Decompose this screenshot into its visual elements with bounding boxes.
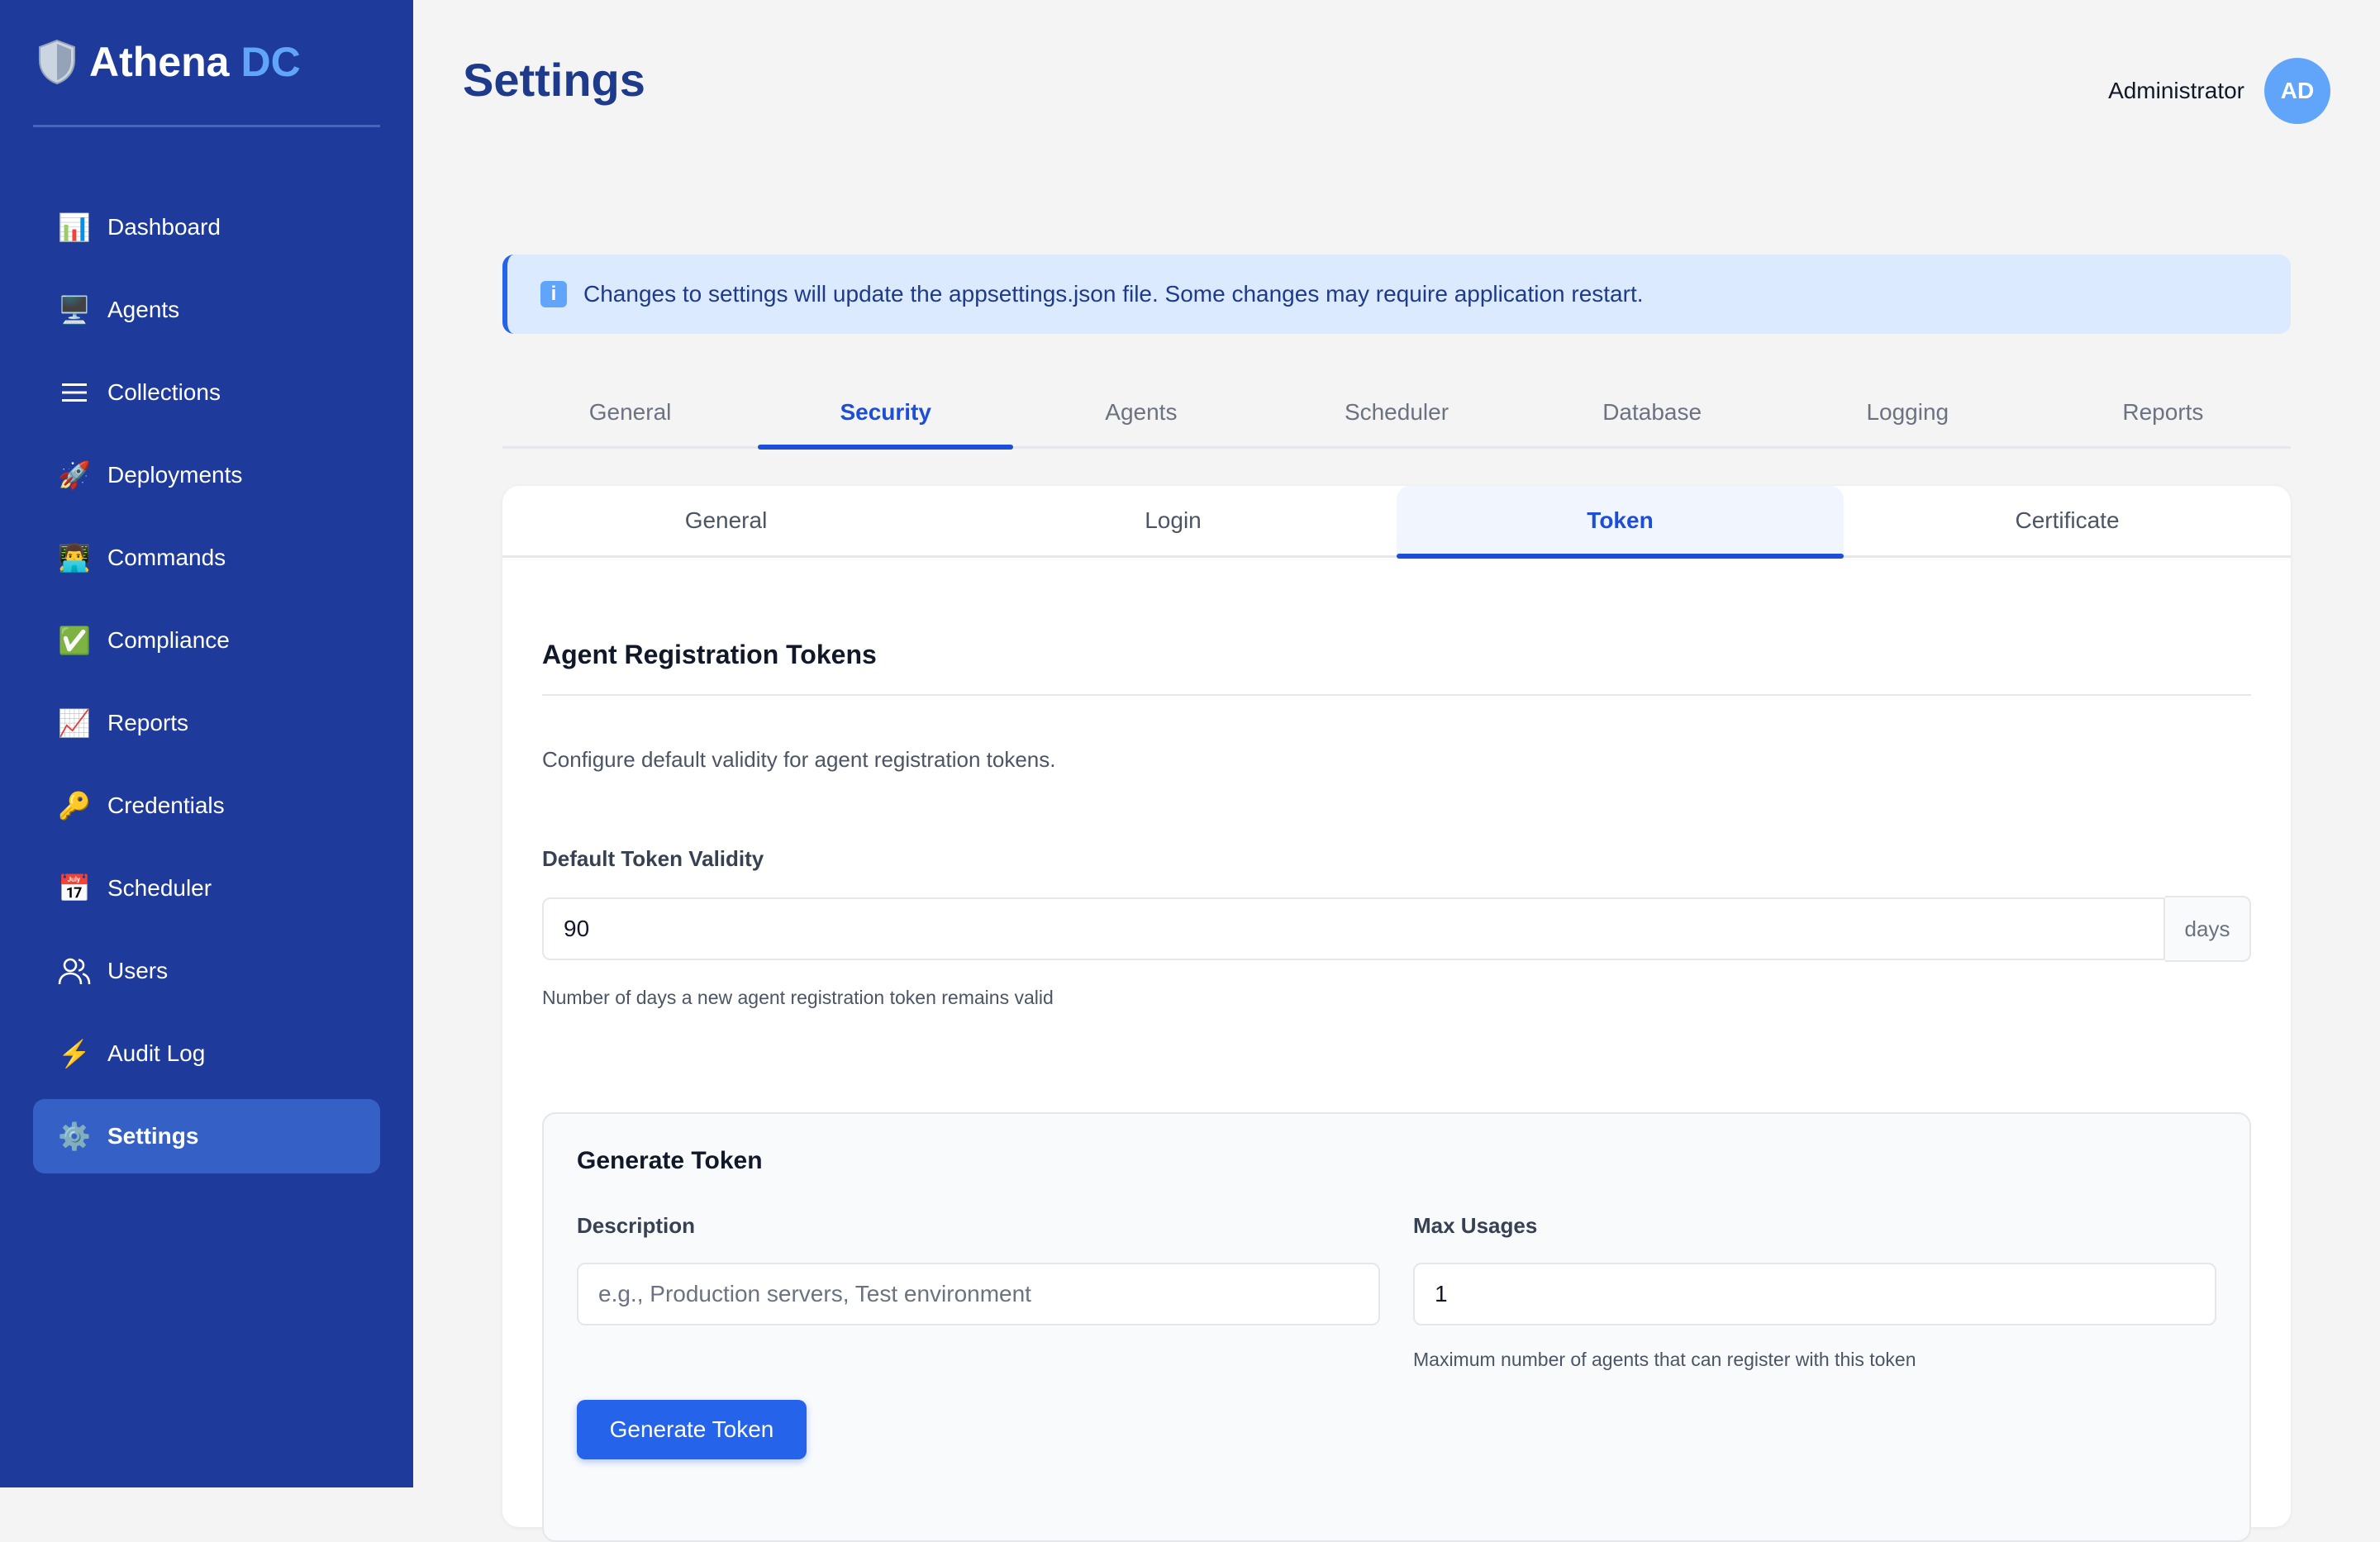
sidebar-item-compliance[interactable]: ✅ Compliance xyxy=(33,603,380,678)
subtab-login[interactable]: Login xyxy=(950,486,1397,555)
sidebar-item-label: Dashboard xyxy=(107,214,221,240)
calendar-icon: 📅 xyxy=(58,873,91,903)
info-icon: i xyxy=(540,281,567,307)
alert-text: Changes to settings will update the apps… xyxy=(583,281,1644,307)
tab-scheduler[interactable]: Scheduler xyxy=(1269,378,1524,446)
sidebar: Athena DC 📊 Dashboard 🖥️ Agents Collecti… xyxy=(0,0,413,1487)
section-title: Agent Registration Tokens xyxy=(542,640,877,669)
sidebar-item-settings[interactable]: ⚙️ Settings xyxy=(33,1099,380,1173)
list-icon xyxy=(58,376,91,409)
technologist-icon: 👨‍💻 xyxy=(58,543,91,573)
brand-logo[interactable]: Athena DC xyxy=(36,35,301,89)
sidebar-item-label: Commands xyxy=(107,545,226,570)
generate-token-panel: Generate Token Description Max Usages Ma… xyxy=(542,1112,2251,1542)
settings-tabs: General Security Agents Scheduler Databa… xyxy=(502,378,2291,450)
sidebar-item-reports[interactable]: 📈 Reports xyxy=(33,686,380,760)
sidebar-item-label: Deployments xyxy=(107,462,243,488)
tab-agents[interactable]: Agents xyxy=(1013,378,1269,446)
sidebar-item-collections[interactable]: Collections xyxy=(33,355,380,430)
check-box-icon: ✅ xyxy=(58,626,91,655)
shield-icon xyxy=(39,39,75,85)
security-settings-card: General Login Token Certificate Agent Re… xyxy=(502,486,2291,1542)
tab-logging[interactable]: Logging xyxy=(1780,378,2035,446)
sidebar-item-label: Compliance xyxy=(107,627,230,653)
token-validity-unit: days xyxy=(2165,896,2251,962)
bar-chart-icon: 📊 xyxy=(58,212,91,242)
subtab-token[interactable]: Token xyxy=(1397,486,1844,559)
tab-general[interactable]: General xyxy=(502,378,758,446)
sidebar-nav: 📊 Dashboard 🖥️ Agents Collections 🚀 Depl… xyxy=(33,190,380,1182)
description-label: Description xyxy=(577,1213,696,1238)
sidebar-item-scheduler[interactable]: 📅 Scheduler xyxy=(33,851,380,926)
page-title: Settings xyxy=(463,54,645,106)
sidebar-item-label: Reports xyxy=(107,710,189,735)
description-input[interactable] xyxy=(577,1263,1380,1325)
brand-name: Athena xyxy=(89,39,230,85)
tab-reports[interactable]: Reports xyxy=(2035,378,2291,446)
users-icon xyxy=(58,954,91,988)
section-description: Configure default validity for agent reg… xyxy=(542,747,1056,772)
key-icon: 🔑 xyxy=(58,791,91,821)
section-divider xyxy=(542,694,2251,696)
rocket-icon: 🚀 xyxy=(58,460,91,490)
sidebar-item-label: Collections xyxy=(107,379,221,405)
monitor-icon: 🖥️ xyxy=(58,295,91,325)
token-validity-help: Number of days a new agent registration … xyxy=(542,987,1054,1008)
token-validity-group: days xyxy=(542,896,2251,964)
user-name: Administrator xyxy=(2108,78,2244,103)
sidebar-item-deployments[interactable]: 🚀 Deployments xyxy=(33,438,380,512)
sidebar-item-label: Users xyxy=(107,958,169,983)
subtab-certificate[interactable]: Certificate xyxy=(1844,486,2291,555)
sidebar-item-credentials[interactable]: 🔑 Credentials xyxy=(33,769,380,843)
token-validity-input[interactable] xyxy=(542,897,2165,960)
tab-security[interactable]: Security xyxy=(758,378,1014,450)
lightning-icon: ⚡ xyxy=(58,1039,91,1068)
sidebar-item-users[interactable]: Users xyxy=(33,934,380,1008)
trend-chart-icon: 📈 xyxy=(58,708,91,738)
security-subtabs: General Login Token Certificate xyxy=(502,486,2291,559)
sidebar-item-label: Settings xyxy=(107,1123,199,1149)
token-validity-label: Default Token Validity xyxy=(542,846,764,871)
sidebar-item-agents[interactable]: 🖥️ Agents xyxy=(33,273,380,347)
max-usages-label: Max Usages xyxy=(1413,1213,1538,1238)
generate-token-button[interactable]: Generate Token xyxy=(577,1400,807,1459)
sidebar-item-audit-log[interactable]: ⚡ Audit Log xyxy=(33,1016,380,1091)
generate-token-title: Generate Token xyxy=(577,1147,763,1174)
info-alert: i Changes to settings will update the ap… xyxy=(502,255,2291,334)
gear-icon: ⚙️ xyxy=(58,1121,91,1151)
app: Athena DC 📊 Dashboard 🖥️ Agents Collecti… xyxy=(0,0,2380,1542)
sidebar-item-dashboard[interactable]: 📊 Dashboard xyxy=(33,190,380,264)
user-menu[interactable]: Administrator AD xyxy=(2108,58,2330,124)
max-usages-help: Maximum number of agents that can regist… xyxy=(1413,1349,1916,1370)
sidebar-item-label: Credentials xyxy=(107,792,225,818)
tab-database[interactable]: Database xyxy=(1525,378,1780,446)
sidebar-divider xyxy=(33,125,380,127)
avatar[interactable]: AD xyxy=(2264,58,2330,124)
max-usages-input[interactable] xyxy=(1413,1263,2216,1325)
sidebar-item-label: Scheduler xyxy=(107,875,212,901)
brand-suffix: DC xyxy=(240,39,301,85)
sidebar-item-label: Agents xyxy=(107,297,180,322)
subtab-general[interactable]: General xyxy=(502,486,950,555)
sidebar-item-label: Audit Log xyxy=(107,1040,206,1066)
sidebar-item-commands[interactable]: 👨‍💻 Commands xyxy=(33,521,380,595)
